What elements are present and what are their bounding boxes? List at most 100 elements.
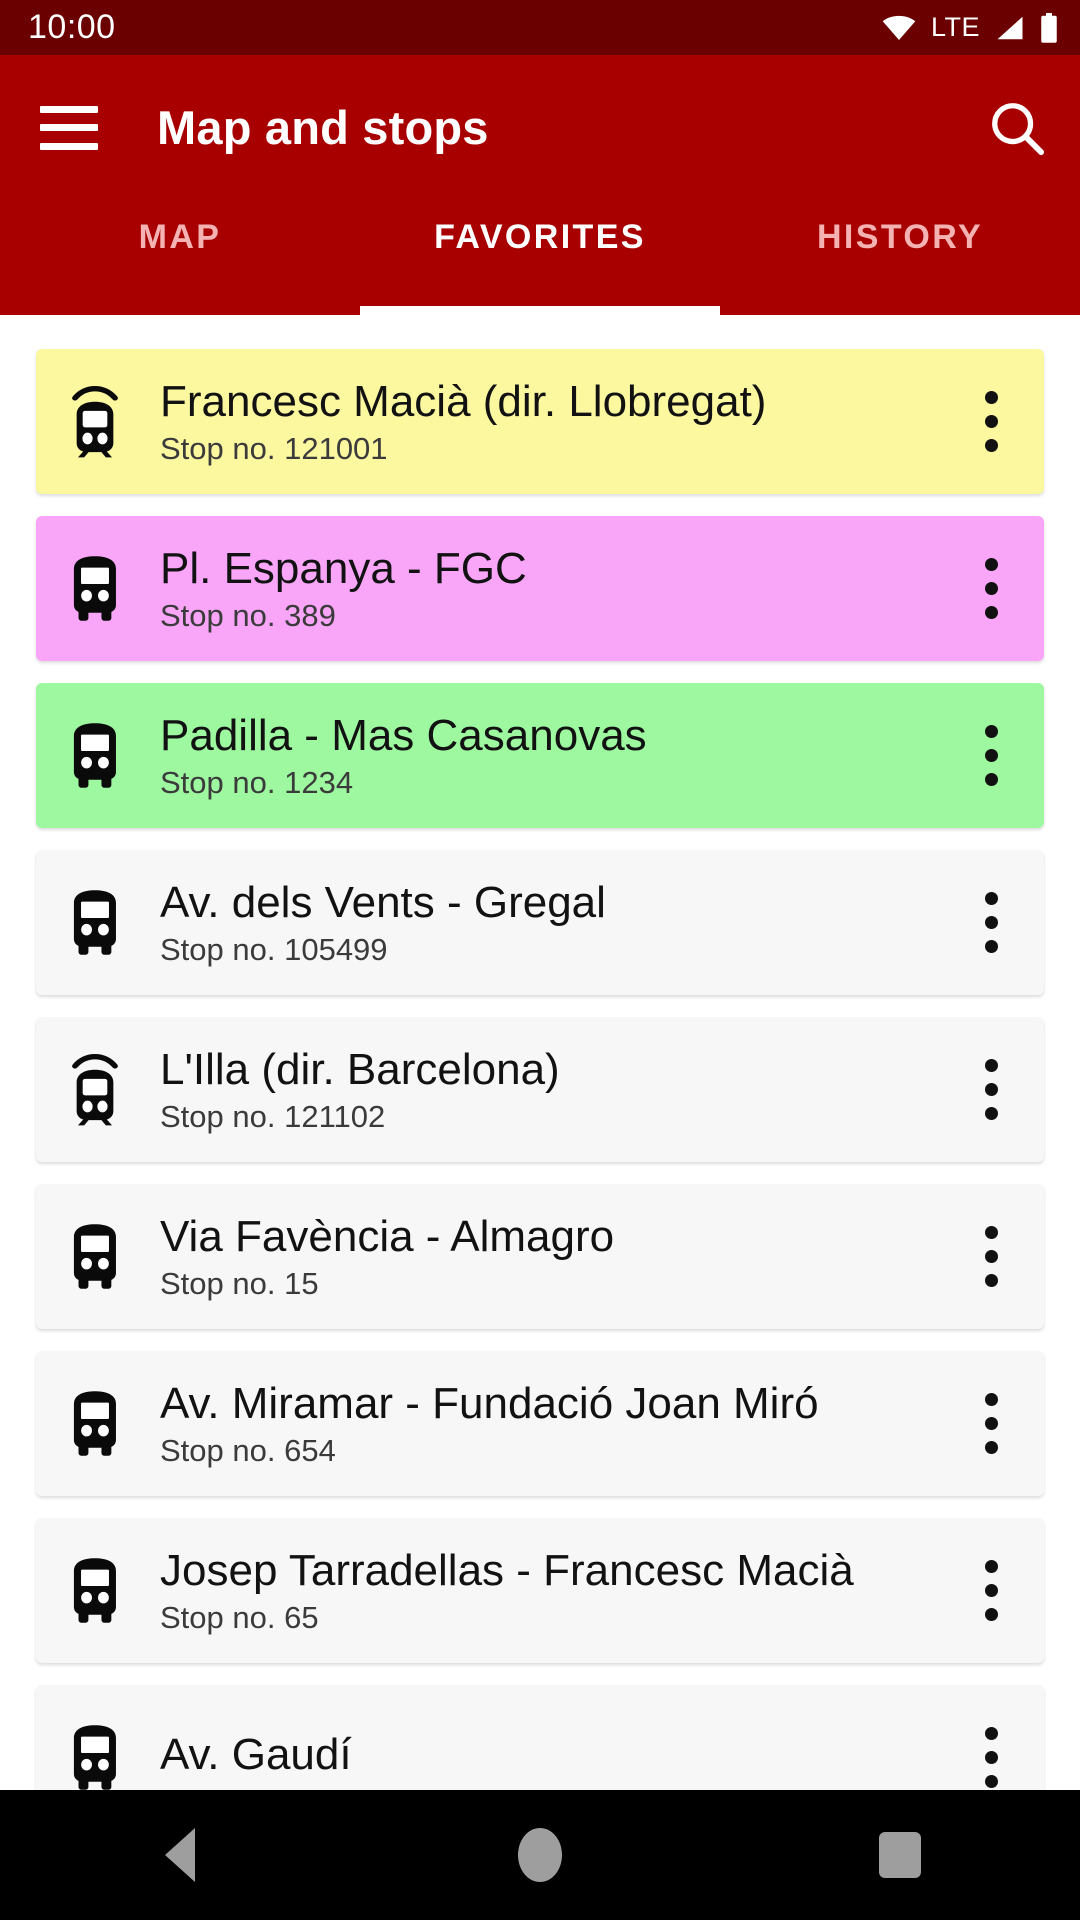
- kebab-menu-icon[interactable]: [962, 1715, 1020, 1801]
- back-icon[interactable]: [105, 1790, 255, 1920]
- kebab-dot: [984, 1441, 998, 1454]
- stop-number: Stop no. 121102: [160, 1099, 386, 1135]
- bus-icon: [62, 1214, 128, 1300]
- train-icon: [62, 379, 128, 465]
- status-icon-group: LTE: [882, 12, 1058, 43]
- kebab-menu-icon[interactable]: [962, 546, 1020, 632]
- kebab-dot: [984, 940, 998, 953]
- kebab-menu-icon[interactable]: [962, 1548, 1020, 1634]
- tab-map[interactable]: MAP: [0, 200, 360, 315]
- tab-indicator: [360, 306, 720, 315]
- tab-label: FAVORITES: [434, 218, 646, 256]
- bus-icon: [62, 1715, 128, 1801]
- bus-icon: [62, 880, 128, 966]
- kebab-menu-icon[interactable]: [962, 1381, 1020, 1467]
- kebab-dot: [984, 749, 998, 762]
- wifi-icon: [882, 15, 916, 40]
- kebab-menu-icon[interactable]: [962, 1047, 1020, 1133]
- stop-name: Av. Miramar - Fundació Joan Miró: [160, 1378, 819, 1428]
- stop-text-group: L'Illa (dir. Barcelona) Stop no. 121102: [160, 1045, 962, 1134]
- favorite-stop-card[interactable]: Av. Miramar - Fundació Joan Miró Stop no.…: [36, 1351, 1044, 1496]
- kebab-menu-icon[interactable]: [962, 379, 1020, 465]
- favorite-stop-card[interactable]: Pl. Espanya - FGC Stop no. 389: [36, 516, 1044, 661]
- tab-history[interactable]: HISTORY: [720, 200, 1080, 315]
- train-icon: [72, 1053, 118, 1125]
- stop-text-group: Francesc Macià (dir. Llobregat) Stop no. …: [160, 377, 962, 466]
- app-bar: Map and stops: [0, 55, 1080, 200]
- android-navigation-bar: [0, 1790, 1080, 1920]
- bus-icon: [73, 1558, 116, 1623]
- favorite-stop-card[interactable]: Via Favència - Almagro Stop no. 15: [36, 1184, 1044, 1329]
- kebab-dot: [984, 1608, 998, 1621]
- stop-text-group: Av. Miramar - Fundació Joan Miró Stop no.…: [160, 1379, 962, 1468]
- stop-name: Av. Gaudí: [160, 1729, 352, 1779]
- recents-square: [879, 1832, 921, 1878]
- kebab-dot: [984, 1274, 998, 1287]
- home-circle: [518, 1828, 562, 1882]
- kebab-menu-icon[interactable]: [962, 1214, 1020, 1300]
- favorite-stop-card[interactable]: Francesc Macià (dir. Llobregat) Stop no. …: [36, 349, 1044, 494]
- kebab-dot: [984, 1083, 998, 1096]
- kebab-dot: [984, 1107, 998, 1120]
- kebab-dot: [984, 892, 998, 905]
- tab-bar: MAP FAVORITES HISTORY: [0, 200, 1080, 315]
- stop-name: Av. dels Vents - Gregal: [160, 877, 606, 927]
- stop-text-group: Av. Gaudí: [160, 1730, 962, 1785]
- stop-text-group: Av. dels Vents - Gregal Stop no. 105499: [160, 878, 962, 967]
- kebab-dot: [984, 1417, 998, 1430]
- kebab-dot: [984, 725, 998, 738]
- page-title: Map and stops: [157, 101, 489, 154]
- stop-name: L'Illa (dir. Barcelona): [160, 1044, 560, 1094]
- bus-icon: [73, 1725, 116, 1790]
- stop-number: Stop no. 654: [160, 1433, 336, 1469]
- bus-icon: [73, 1391, 116, 1456]
- kebab-dot: [984, 391, 998, 404]
- menu-line: [40, 142, 98, 150]
- tab-favorites[interactable]: FAVORITES: [360, 200, 720, 315]
- search-icon[interactable]: [988, 99, 1046, 157]
- back-triangle: [165, 1828, 195, 1882]
- tab-label: MAP: [138, 218, 222, 256]
- status-bar: 10:00 LTE: [0, 0, 1080, 55]
- bus-icon: [73, 890, 116, 955]
- kebab-dot: [984, 916, 998, 929]
- kebab-dot: [984, 1059, 998, 1072]
- recents-icon[interactable]: [825, 1790, 975, 1920]
- bus-icon: [62, 1381, 128, 1467]
- kebab-dot: [984, 1584, 998, 1597]
- home-icon[interactable]: [465, 1790, 615, 1920]
- favorite-stop-card[interactable]: Josep Tarradellas - Francesc Macià Stop n…: [36, 1518, 1044, 1663]
- battery-icon: [1041, 12, 1057, 43]
- bus-icon: [73, 1224, 116, 1289]
- menu-line: [40, 105, 98, 113]
- favorite-stop-card[interactable]: Av. dels Vents - Gregal Stop no. 105499: [36, 850, 1044, 995]
- stop-number: Stop no. 389: [160, 598, 336, 634]
- stop-name: Padilla - Mas Casanovas: [160, 710, 647, 760]
- stop-name: Via Favència - Almagro: [160, 1211, 615, 1261]
- network-type-label: LTE: [930, 12, 980, 42]
- stop-number: Stop no. 105499: [160, 932, 388, 968]
- kebab-dot: [984, 1226, 998, 1239]
- stop-name: Francesc Macià (dir. Llobregat): [160, 376, 767, 426]
- kebab-dot: [984, 1775, 998, 1788]
- kebab-menu-icon[interactable]: [962, 713, 1020, 799]
- favorite-stop-card[interactable]: L'Illa (dir. Barcelona) Stop no. 121102: [36, 1017, 1044, 1162]
- stop-number: Stop no. 65: [160, 1600, 319, 1636]
- kebab-dot: [984, 415, 998, 428]
- favorite-stop-card[interactable]: Padilla - Mas Casanovas Stop no. 1234: [36, 683, 1044, 828]
- train-icon: [72, 385, 118, 457]
- stop-name: Josep Tarradellas - Francesc Macià: [160, 1545, 854, 1595]
- stop-text-group: Josep Tarradellas - Francesc Macià Stop n…: [160, 1546, 962, 1635]
- stop-number: Stop no. 15: [160, 1266, 319, 1302]
- kebab-dot: [984, 558, 998, 571]
- kebab-dot: [984, 1727, 998, 1740]
- status-clock: 10:00: [28, 8, 116, 46]
- kebab-menu-icon[interactable]: [962, 880, 1020, 966]
- signal-icon: [997, 16, 1023, 39]
- stop-number: Stop no. 121001: [160, 431, 388, 467]
- bus-icon: [62, 713, 128, 799]
- stop-name: Pl. Espanya - FGC: [160, 543, 527, 593]
- kebab-dot: [984, 773, 998, 786]
- hamburger-menu-icon[interactable]: [40, 105, 98, 150]
- favorites-list[interactable]: Francesc Macià (dir. Llobregat) Stop no. …: [0, 315, 1080, 1920]
